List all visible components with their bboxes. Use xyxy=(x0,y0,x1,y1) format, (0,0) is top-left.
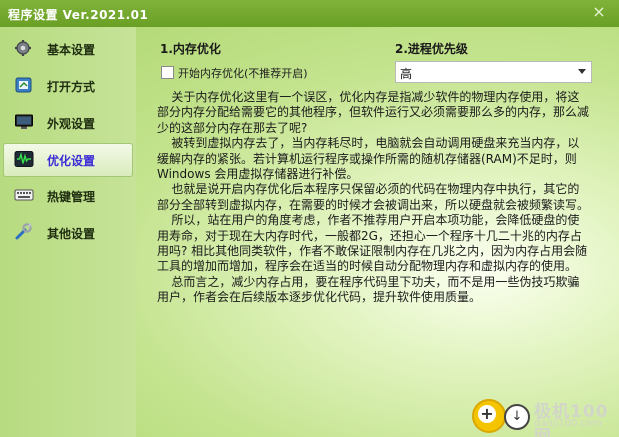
priority-select[interactable]: 高 xyxy=(395,61,592,83)
description-paragraph: 被转到虚拟内存去了，当内存耗尽时，电脑就会自动调用硬盘来充当内存，以缓解内存的紧… xyxy=(157,136,580,182)
watermark-text: 极机100网 xyxy=(534,402,609,437)
memory-optimize-checkbox[interactable] xyxy=(161,66,174,79)
waveform-icon xyxy=(14,151,34,167)
title-bar[interactable]: 程序设置 Ver.2021.01 × xyxy=(0,0,619,27)
sidebar-item-label: 优化设置 xyxy=(47,154,96,168)
settings-window: 程序设置 Ver.2021.01 × 基本设置 打开方式 外观设置 优化设置 热… xyxy=(0,0,619,437)
memory-section-title: 1.内存优化 xyxy=(160,42,221,56)
memory-description: 关于内存优化这里有一个误区，优化内存是指减少软件的物理内存使用，将这部分内存分配… xyxy=(157,90,589,306)
priority-select-value: 高 xyxy=(400,67,413,81)
sidebar-item-label: 基本设置 xyxy=(47,43,96,57)
monitor-icon xyxy=(15,114,33,129)
download-arrow-icon: ↓ xyxy=(504,404,530,430)
wrench-icon xyxy=(15,223,32,240)
open-with-icon xyxy=(15,77,32,93)
sidebar-item-basic[interactable]: 基本设置 xyxy=(4,33,132,65)
priority-section-title: 2.进程优先级 xyxy=(395,42,468,56)
sidebar: 基本设置 打开方式 外观设置 优化设置 热键管理 其他设置 xyxy=(0,27,136,437)
sidebar-item-label: 外观设置 xyxy=(47,117,96,131)
sidebar-item-optimize[interactable]: 优化设置 xyxy=(3,143,133,177)
sidebar-item-open-with[interactable]: 打开方式 xyxy=(4,70,132,102)
sidebar-item-label: 热键管理 xyxy=(47,190,96,204)
memory-optimize-label: 开始内存优化(不推荐开启) xyxy=(178,67,308,80)
description-paragraph: 也就是说开启内存优化后本程序只保留必须的代码在物理内存中执行，其它的部分全部转到… xyxy=(157,182,590,212)
keyboard-icon xyxy=(14,189,34,201)
description-paragraph: 所以，站在用户的角度考虑，作者不推荐用户开启本项功能，会降低硬盘的使用寿命，对于… xyxy=(157,213,588,274)
sidebar-item-other[interactable]: 其他设置 xyxy=(4,217,132,249)
description-paragraph: 关于内存优化这里有一个误区，优化内存是指减少软件的物理内存使用，将这部分内存分配… xyxy=(157,90,590,135)
description-paragraph: 总而言之，减少内存占用，要在程序代码里下功夫，而不是用一些伪技巧欺骗用户，作者会… xyxy=(157,274,580,305)
watermark-url: danji100.com xyxy=(534,418,602,429)
watermark-logo: + xyxy=(472,399,506,433)
sidebar-item-label: 其他设置 xyxy=(47,227,96,241)
sidebar-item-label: 打开方式 xyxy=(47,80,96,94)
window-title: 程序设置 Ver.2021.01 xyxy=(8,8,149,22)
close-icon[interactable]: × xyxy=(591,3,607,21)
gear-icon xyxy=(15,40,31,56)
chevron-down-icon[interactable] xyxy=(578,69,586,74)
sidebar-item-hotkeys[interactable]: 热键管理 xyxy=(4,180,132,212)
sidebar-item-appearance[interactable]: 外观设置 xyxy=(4,107,132,139)
plus-icon: + xyxy=(478,405,496,423)
